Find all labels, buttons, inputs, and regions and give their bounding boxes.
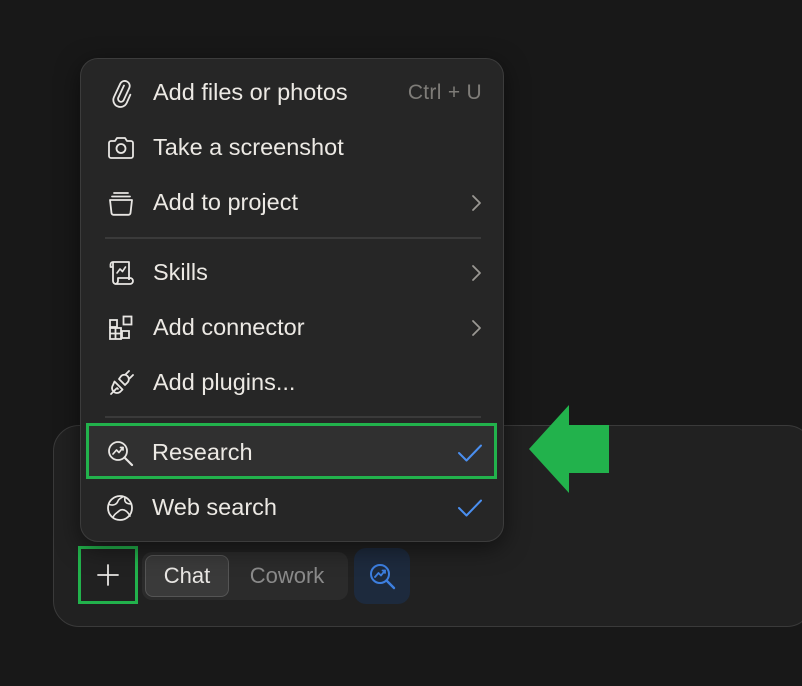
menu-divider bbox=[105, 237, 481, 239]
menu-item-add-connector[interactable]: Add connector bbox=[81, 300, 505, 355]
menu-item-research[interactable]: Research bbox=[80, 425, 504, 480]
plug-icon bbox=[105, 367, 137, 399]
research-icon bbox=[370, 564, 396, 590]
menu-item-label: Skills bbox=[153, 259, 208, 285]
menu-item-label: Web search bbox=[152, 494, 277, 520]
menu-divider bbox=[105, 416, 481, 418]
menu-item-add-plugins[interactable]: Add plugins... bbox=[81, 355, 505, 410]
paperclip-icon bbox=[105, 77, 137, 109]
chevron-right-icon bbox=[472, 194, 481, 211]
research-toggle-button[interactable] bbox=[354, 548, 410, 604]
checkmark-icon bbox=[458, 444, 482, 461]
keyboard-shortcut: Ctrl + U bbox=[407, 80, 482, 104]
scroll-icon bbox=[105, 257, 137, 289]
mode-cowork-option[interactable]: Cowork bbox=[229, 555, 345, 597]
menu-item-label: Research bbox=[152, 439, 253, 465]
research-icon bbox=[104, 437, 136, 469]
camera-icon bbox=[105, 132, 137, 164]
menu-item-label: Add plugins... bbox=[153, 369, 296, 395]
plus-icon bbox=[97, 564, 119, 586]
menu-item-add-to-project[interactable]: Add to project bbox=[81, 175, 505, 230]
menu-item-label: Add files or photos bbox=[153, 79, 348, 105]
add-attachment-button[interactable] bbox=[78, 546, 138, 604]
menu-item-skills[interactable]: Skills bbox=[81, 245, 505, 300]
menu-item-label: Add connector bbox=[153, 314, 305, 340]
menu-item-label: Take a screenshot bbox=[153, 134, 344, 160]
globe-icon bbox=[104, 492, 136, 524]
chevron-right-icon bbox=[472, 264, 481, 281]
menu-item-web-search[interactable]: Web search bbox=[80, 480, 504, 535]
menu-item-label: Add to project bbox=[153, 189, 299, 215]
mode-toggle: Chat Cowork bbox=[142, 552, 348, 600]
project-box-icon bbox=[105, 187, 137, 219]
arrow-left-icon bbox=[529, 405, 609, 493]
chevron-right-icon bbox=[472, 319, 481, 336]
menu-item-add-files[interactable]: Add files or photos Ctrl + U bbox=[81, 65, 505, 120]
page: Chat Cowork Add files or photos Ctrl + U bbox=[0, 0, 802, 686]
menu-item-take-screenshot[interactable]: Take a screenshot bbox=[81, 120, 505, 175]
mode-chat-option[interactable]: Chat bbox=[145, 555, 229, 597]
checkmark-icon bbox=[458, 499, 482, 516]
blocks-icon bbox=[105, 312, 137, 344]
